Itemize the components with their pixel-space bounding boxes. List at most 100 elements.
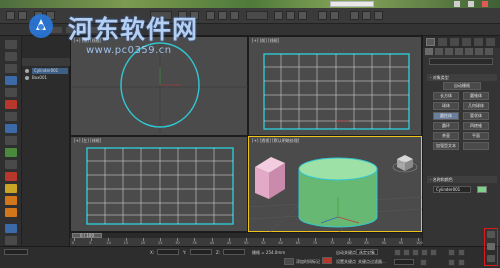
visibility-eye-icon[interactable] — [25, 76, 29, 80]
modify-tab-icon[interactable] — [438, 38, 447, 46]
search-field[interactable] — [330, 1, 374, 7]
go-to-end-icon[interactable] — [430, 249, 437, 256]
lights-icon[interactable] — [445, 48, 453, 55]
object-button[interactable]: 几何球体 — [463, 102, 489, 110]
material-editor-icon[interactable] — [350, 11, 359, 20]
z-coordinate-field[interactable] — [223, 249, 245, 255]
tool-icon[interactable] — [5, 184, 17, 193]
tool-icon[interactable] — [5, 88, 17, 97]
explorer-item-cylinder[interactable]: Cylinder001 — [32, 68, 68, 74]
object-button[interactable]: 四棱锥 — [463, 122, 489, 130]
geometry-icon[interactable] — [425, 48, 433, 55]
object-button[interactable] — [463, 142, 489, 150]
object-button-active[interactable]: 圆柱体 — [433, 112, 459, 120]
object-button[interactable]: 管状体 — [463, 112, 489, 120]
tool-icon[interactable] — [5, 100, 17, 109]
timeline-tick-label: 5 — [89, 241, 92, 245]
scale-icon[interactable] — [230, 11, 239, 20]
close-icon[interactable] — [482, 1, 488, 7]
time-configuration-icon[interactable] — [420, 259, 427, 266]
viewport-label-perspective[interactable]: [+] [透视] [默认明暗处理] — [252, 138, 299, 144]
tool-icon[interactable] — [5, 64, 17, 73]
selected-dropdown[interactable]: 选定对象 — [356, 249, 378, 255]
pan-icon[interactable] — [448, 259, 455, 266]
tool-icon[interactable] — [5, 196, 17, 205]
tool-icon[interactable] — [5, 208, 17, 217]
undo-icon[interactable] — [6, 11, 15, 20]
render-setup-icon[interactable] — [362, 11, 371, 20]
align-icon[interactable] — [330, 11, 339, 20]
cameras-icon[interactable] — [455, 48, 463, 55]
tool-icon[interactable] — [5, 172, 17, 181]
move-icon[interactable] — [206, 11, 215, 20]
previous-frame-icon[interactable] — [403, 249, 410, 256]
shapes-icon[interactable] — [435, 48, 443, 55]
x-coordinate-field[interactable] — [157, 249, 179, 255]
helpers-icon[interactable] — [465, 48, 473, 55]
systems-icon[interactable] — [485, 48, 493, 55]
autogrid-checkbox[interactable]: 自动栅格 — [443, 82, 481, 90]
object-button[interactable]: 圆锥体 — [463, 92, 489, 100]
tool-icon[interactable] — [5, 52, 17, 61]
minimize-icon[interactable] — [454, 1, 460, 7]
add-time-tag[interactable]: 添加时间标记 — [296, 259, 320, 265]
next-frame-icon[interactable] — [421, 249, 428, 256]
snap-icon[interactable] — [274, 11, 283, 20]
utilities-tab-icon[interactable] — [486, 38, 495, 46]
rotate-icon[interactable] — [218, 11, 227, 20]
viewport-perspective[interactable]: [+] [透视] [默认明暗处理] — [248, 136, 423, 233]
render-icon[interactable] — [374, 11, 383, 20]
tool-icon[interactable] — [5, 136, 17, 145]
y-coordinate-field[interactable] — [190, 249, 212, 255]
maxscript-listener-field[interactable] — [4, 249, 28, 255]
tool-icon[interactable] — [5, 76, 17, 85]
timeline-ruler[interactable]: 0 5 10 15 20 25 30 35 40 45 50 55 60 65 70 75 80 85 90 95 10… — [70, 238, 423, 246]
create-tab-icon[interactable] — [426, 38, 435, 46]
orbit-icon[interactable] — [458, 259, 465, 266]
current-frame-field[interactable] — [394, 259, 414, 265]
set-key-icon[interactable] — [322, 257, 332, 264]
object-button[interactable]: 球体 — [433, 102, 459, 110]
go-to-start-icon[interactable] — [394, 249, 401, 256]
object-button[interactable]: 圆环 — [433, 122, 459, 130]
object-color-swatch[interactable] — [477, 186, 487, 193]
tool-icon[interactable] — [5, 124, 17, 133]
tool-icon[interactable] — [5, 112, 17, 121]
key-filters-button[interactable]: 关键点过滤器... — [358, 259, 386, 265]
hierarchy-tab-icon[interactable] — [450, 38, 459, 46]
set-key-button[interactable]: 设置关键点 — [336, 259, 356, 265]
object-button[interactable]: 平面 — [463, 132, 489, 140]
explorer-item-box[interactable]: Box001 — [32, 75, 47, 81]
tool-icon[interactable] — [5, 236, 17, 245]
tool-icon[interactable] — [5, 40, 17, 49]
object-button[interactable]: 长方体 — [433, 92, 459, 100]
zoom-icon[interactable] — [448, 249, 455, 256]
display-tab-icon[interactable] — [474, 38, 483, 46]
object-name-field[interactable]: Cylinder001 — [433, 186, 471, 193]
viewport-front[interactable]: [+] [前] [线框] — [248, 36, 422, 136]
tool-icon[interactable] — [5, 224, 17, 233]
viewport-left[interactable]: [+] [左] [线框] — [70, 136, 248, 232]
tool-icon[interactable] — [5, 148, 17, 157]
object-button[interactable]: 加强型文本 — [433, 142, 459, 150]
maximize-icon[interactable] — [468, 1, 474, 7]
space-warps-icon[interactable] — [475, 48, 483, 55]
percent-snap-icon[interactable] — [298, 11, 307, 20]
primitive-type-dropdown[interactable] — [429, 58, 493, 65]
angle-snap-icon[interactable] — [286, 11, 295, 20]
object-type-section[interactable]: - 对象类型 — [427, 74, 497, 81]
time-tag-icon[interactable] — [284, 258, 294, 265]
viewport-label-front[interactable]: [+] [前] [线框] — [252, 38, 279, 44]
object-button[interactable]: 茶壶 — [433, 132, 459, 140]
auto-key-button[interactable]: 自动关键点 — [336, 250, 356, 256]
zoom-all-icon[interactable] — [458, 249, 465, 256]
reference-coordinate-dropdown[interactable] — [246, 11, 268, 20]
redo-icon[interactable] — [18, 11, 27, 20]
visibility-eye-icon[interactable] — [25, 69, 29, 73]
mirror-icon[interactable] — [318, 11, 327, 20]
play-icon[interactable] — [412, 249, 419, 256]
name-color-section[interactable]: - 名称和颜色 — [427, 176, 497, 183]
viewport-label-left[interactable]: [+] [左] [线框] — [74, 138, 101, 144]
tool-icon[interactable] — [5, 160, 17, 169]
motion-tab-icon[interactable] — [462, 38, 471, 46]
